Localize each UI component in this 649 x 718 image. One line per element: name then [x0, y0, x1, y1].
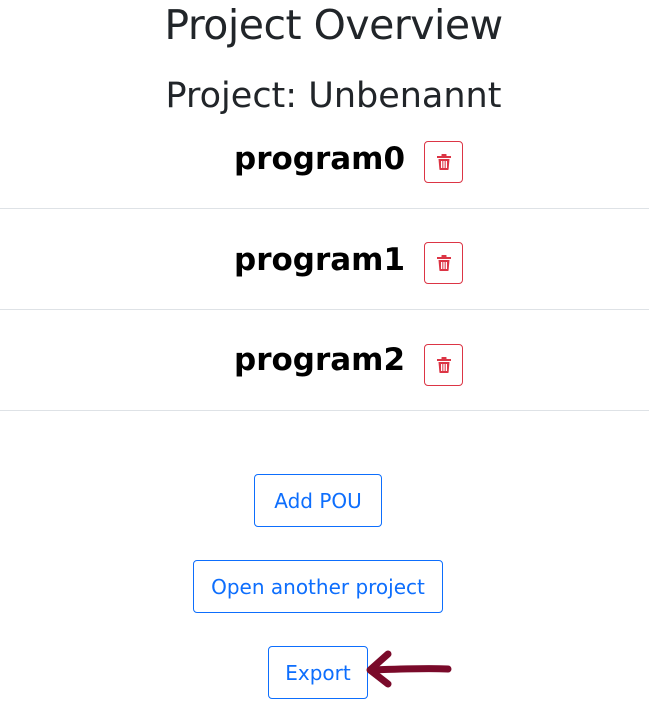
trash-icon	[436, 255, 451, 271]
project-overview-page: Project Overview Project: Unbenannt prog…	[0, 0, 649, 718]
pou-name: program2	[234, 342, 406, 378]
pou-name: program1	[234, 242, 406, 278]
delete-pou-button[interactable]	[424, 344, 463, 386]
delete-pou-button[interactable]	[424, 242, 463, 284]
page-title: Project Overview	[164, 1, 503, 49]
add-pou-button[interactable]: Add POU	[254, 474, 382, 527]
export-button[interactable]: Export	[268, 646, 368, 699]
pou-name: program0	[234, 141, 406, 177]
pou-row: program2	[0, 309, 649, 411]
open-another-project-button[interactable]: Open another project	[193, 560, 443, 613]
trash-icon	[436, 154, 451, 170]
delete-pou-button[interactable]	[424, 141, 463, 183]
trash-icon	[436, 357, 451, 373]
pou-row: program0	[0, 107, 649, 209]
pou-row: program1	[0, 208, 649, 310]
annotation-arrow-icon	[364, 648, 454, 692]
